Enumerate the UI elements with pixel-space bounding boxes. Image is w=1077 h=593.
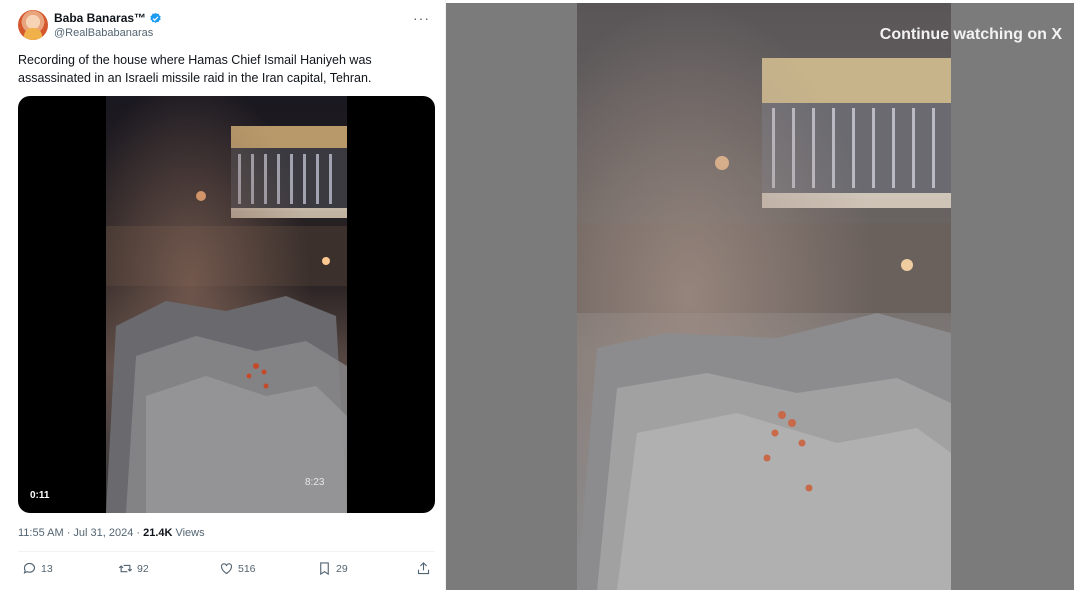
video-frame-image <box>106 96 347 513</box>
tweet-header: Baba Banaras™ @RealBababanaras ··· <box>18 10 438 42</box>
repost-button[interactable]: 92 <box>118 561 149 576</box>
views-count: 21.4K <box>143 527 173 539</box>
continue-watching-link[interactable]: Continue watching on X <box>880 26 1062 44</box>
author-name-row[interactable]: Baba Banaras™ <box>54 11 162 25</box>
tweet-text: Recording of the house where Hamas Chief… <box>18 53 372 85</box>
reply-button[interactable]: 13 <box>22 561 53 576</box>
repost-count: 92 <box>137 562 149 575</box>
video-player[interactable]: Continue watching on X <box>446 3 1074 590</box>
author-name[interactable]: Baba Banaras™ <box>54 11 146 25</box>
like-button[interactable]: 516 <box>219 561 256 576</box>
share-icon <box>417 562 430 575</box>
heart-icon <box>220 563 233 575</box>
video-frame-image <box>577 3 951 590</box>
tweet-actions: 13 92 516 29 <box>18 561 435 581</box>
divider <box>18 551 435 552</box>
video-overlay-text: 8:23 <box>305 477 325 488</box>
share-button[interactable] <box>416 561 431 576</box>
tweet-card: Baba Banaras™ @RealBababanaras ··· Recor… <box>0 0 446 593</box>
bookmark-button[interactable]: 29 <box>317 561 348 576</box>
reply-count: 13 <box>41 562 53 575</box>
reply-icon <box>23 562 36 574</box>
bookmark-icon <box>320 562 329 576</box>
more-dots-icon[interactable]: ··· <box>413 10 430 26</box>
video-duration-badge: 0:11 <box>26 488 54 503</box>
tweet-video[interactable]: 8:23 0:11 <box>18 96 435 513</box>
tweet-meta: 11:55 AM · Jul 31, 2024 · 21.4K Views <box>18 527 205 539</box>
author-handle[interactable]: @RealBababanaras <box>54 27 153 39</box>
verified-badge-icon <box>150 12 161 23</box>
repost-icon <box>118 564 133 573</box>
like-count: 516 <box>238 562 256 575</box>
avatar[interactable] <box>18 10 48 40</box>
tweet-timestamp[interactable]: 11:55 AM · Jul 31, 2024 · <box>18 527 140 539</box>
views-label: Views <box>175 527 205 539</box>
bookmark-count: 29 <box>336 562 348 575</box>
